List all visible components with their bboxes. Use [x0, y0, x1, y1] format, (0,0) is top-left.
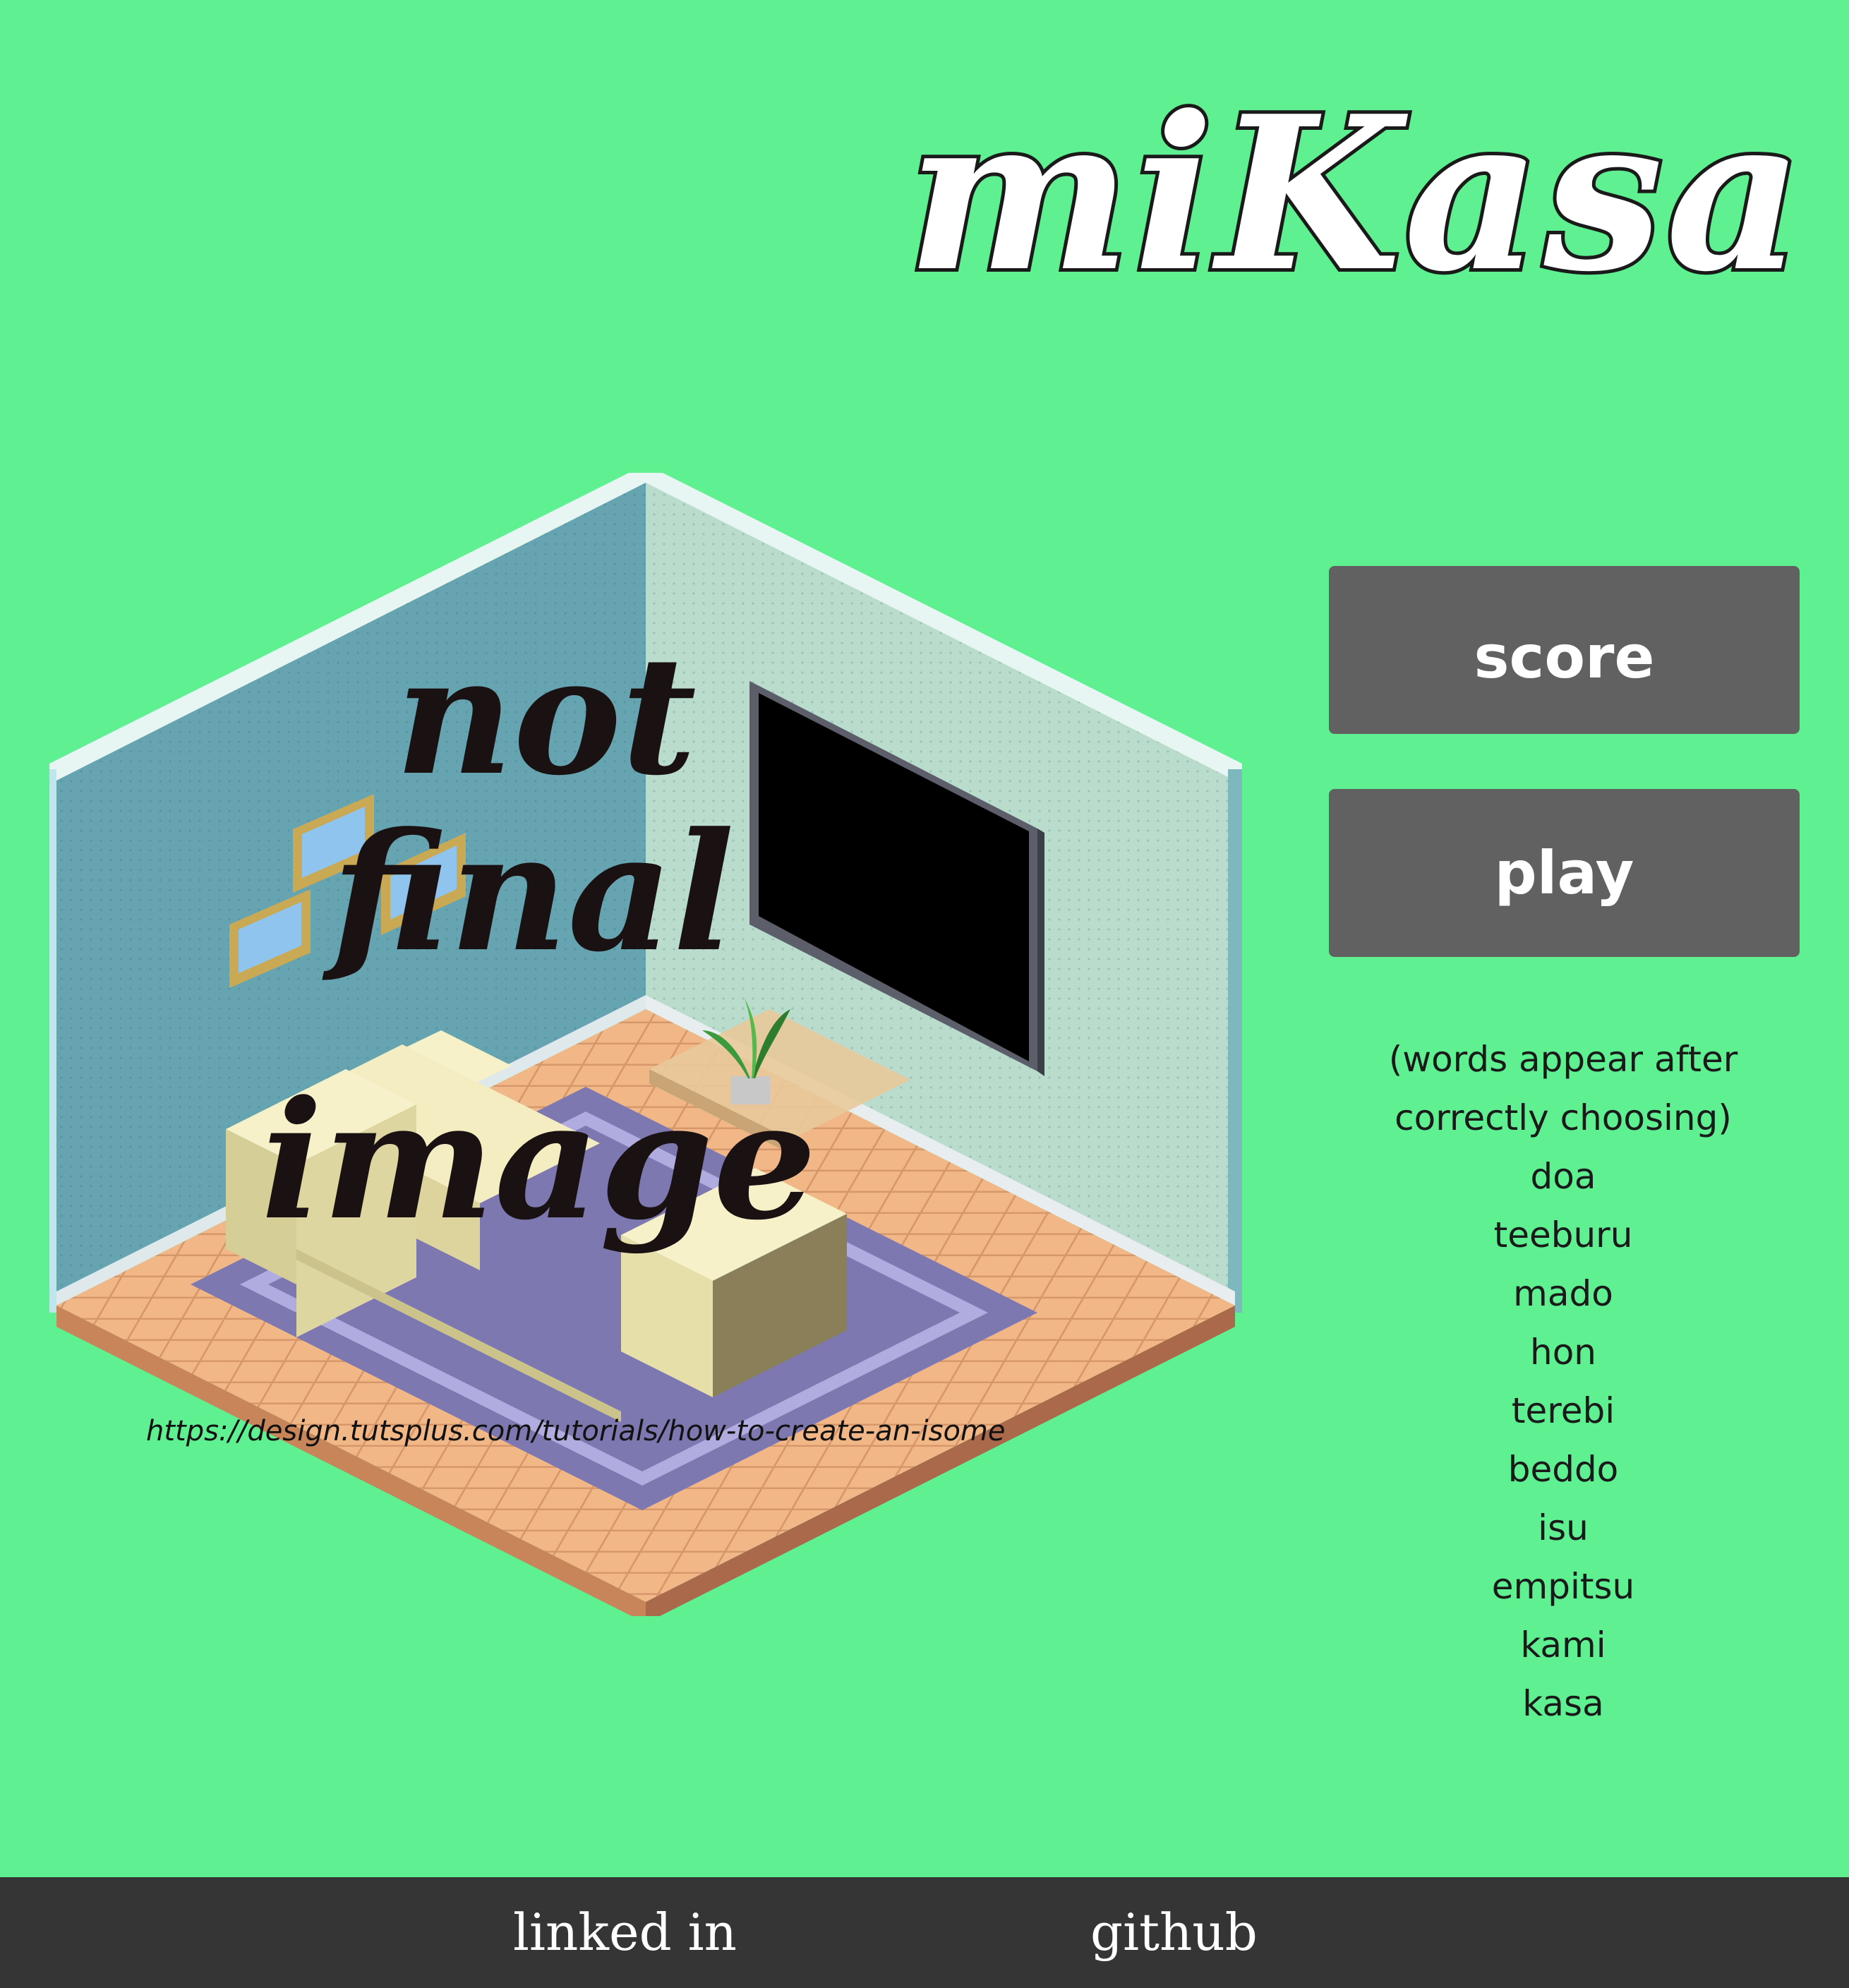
watermark-word: final [332, 797, 735, 988]
word-item: isu [1538, 1507, 1589, 1548]
image-credit: https://design.tutsplus.com/tutorials/ho… [146, 1415, 1006, 1447]
github-link[interactable]: github [1090, 1877, 1258, 1988]
word-item: doa [1530, 1156, 1596, 1197]
word-list-note-line: correctly choosing) [1395, 1097, 1732, 1138]
play-button[interactable]: play [1329, 789, 1800, 957]
word-item: kami [1520, 1625, 1606, 1665]
word-list-note: (words appear after correctly choosing) [1334, 1030, 1793, 1147]
word-item: kasa [1522, 1683, 1604, 1724]
score-button[interactable]: score [1329, 566, 1800, 734]
watermark-word: image [261, 1066, 817, 1256]
app-title: miKasa [903, 69, 1807, 318]
word-item: teeburu [1493, 1215, 1633, 1255]
watermark-word: not [395, 621, 697, 812]
word-list: (words appear after correctly choosing) d… [1334, 1030, 1793, 1733]
footer: linked in github [0, 1877, 1849, 1988]
word-item: beddo [1507, 1449, 1619, 1490]
word-item: terebi [1511, 1390, 1615, 1431]
word-list-note-line: (words appear after [1388, 1039, 1738, 1080]
word-item: mado [1513, 1273, 1613, 1314]
word-item: hon [1530, 1332, 1596, 1373]
linkedin-link[interactable]: linked in [513, 1877, 737, 1988]
word-item: empitsu [1491, 1566, 1635, 1607]
